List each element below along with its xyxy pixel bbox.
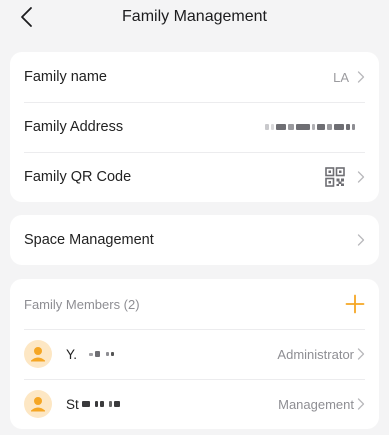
family-qr-code-row[interactable]: Family QR Code: [10, 152, 379, 202]
member-role: Administrator: [277, 346, 354, 362]
page-title: Family Management: [122, 8, 267, 25]
member-role: Management: [278, 396, 354, 412]
family-address-row[interactable]: Family Address: [10, 102, 379, 152]
family-members-header: Family Members (2): [10, 279, 379, 329]
family-name-row[interactable]: Family name LA: [10, 52, 379, 102]
person-icon: [31, 397, 45, 412]
member-row[interactable]: Y. Administrator: [10, 329, 379, 379]
person-icon: [31, 347, 45, 362]
member-name: St: [66, 397, 278, 412]
navigation-bar: Family Management: [0, 0, 389, 36]
family-qr-code-label: Family QR Code: [24, 169, 132, 185]
avatar: [24, 340, 52, 368]
family-address-value-redacted: [265, 124, 355, 130]
family-members-card: Family Members (2) Y. Administrator St M…: [10, 279, 379, 429]
space-management-card: Space Management: [10, 215, 379, 265]
member-name: Y.: [66, 347, 277, 362]
member-row[interactable]: St Management: [10, 379, 379, 429]
chevron-right-icon: [357, 398, 365, 410]
chevron-right-icon: [357, 71, 365, 83]
family-name-label: Family name: [24, 69, 107, 85]
plus-icon[interactable]: [345, 294, 365, 314]
member-name-text: Y.: [66, 346, 78, 362]
family-members-title: Family Members (2): [24, 296, 140, 312]
space-management-label: Space Management: [24, 232, 154, 248]
space-management-row[interactable]: Space Management: [10, 215, 379, 265]
family-name-value: LA: [333, 69, 349, 85]
chevron-right-icon: [357, 348, 365, 360]
family-info-card: Family name LA Family Address Family QR …: [10, 52, 379, 202]
family-address-label: Family Address: [24, 119, 124, 135]
qr-code-icon: [325, 167, 345, 187]
chevron-right-icon: [357, 171, 365, 183]
avatar: [24, 390, 52, 418]
member-name-text: St: [66, 396, 79, 412]
chevron-right-icon: [357, 234, 365, 246]
